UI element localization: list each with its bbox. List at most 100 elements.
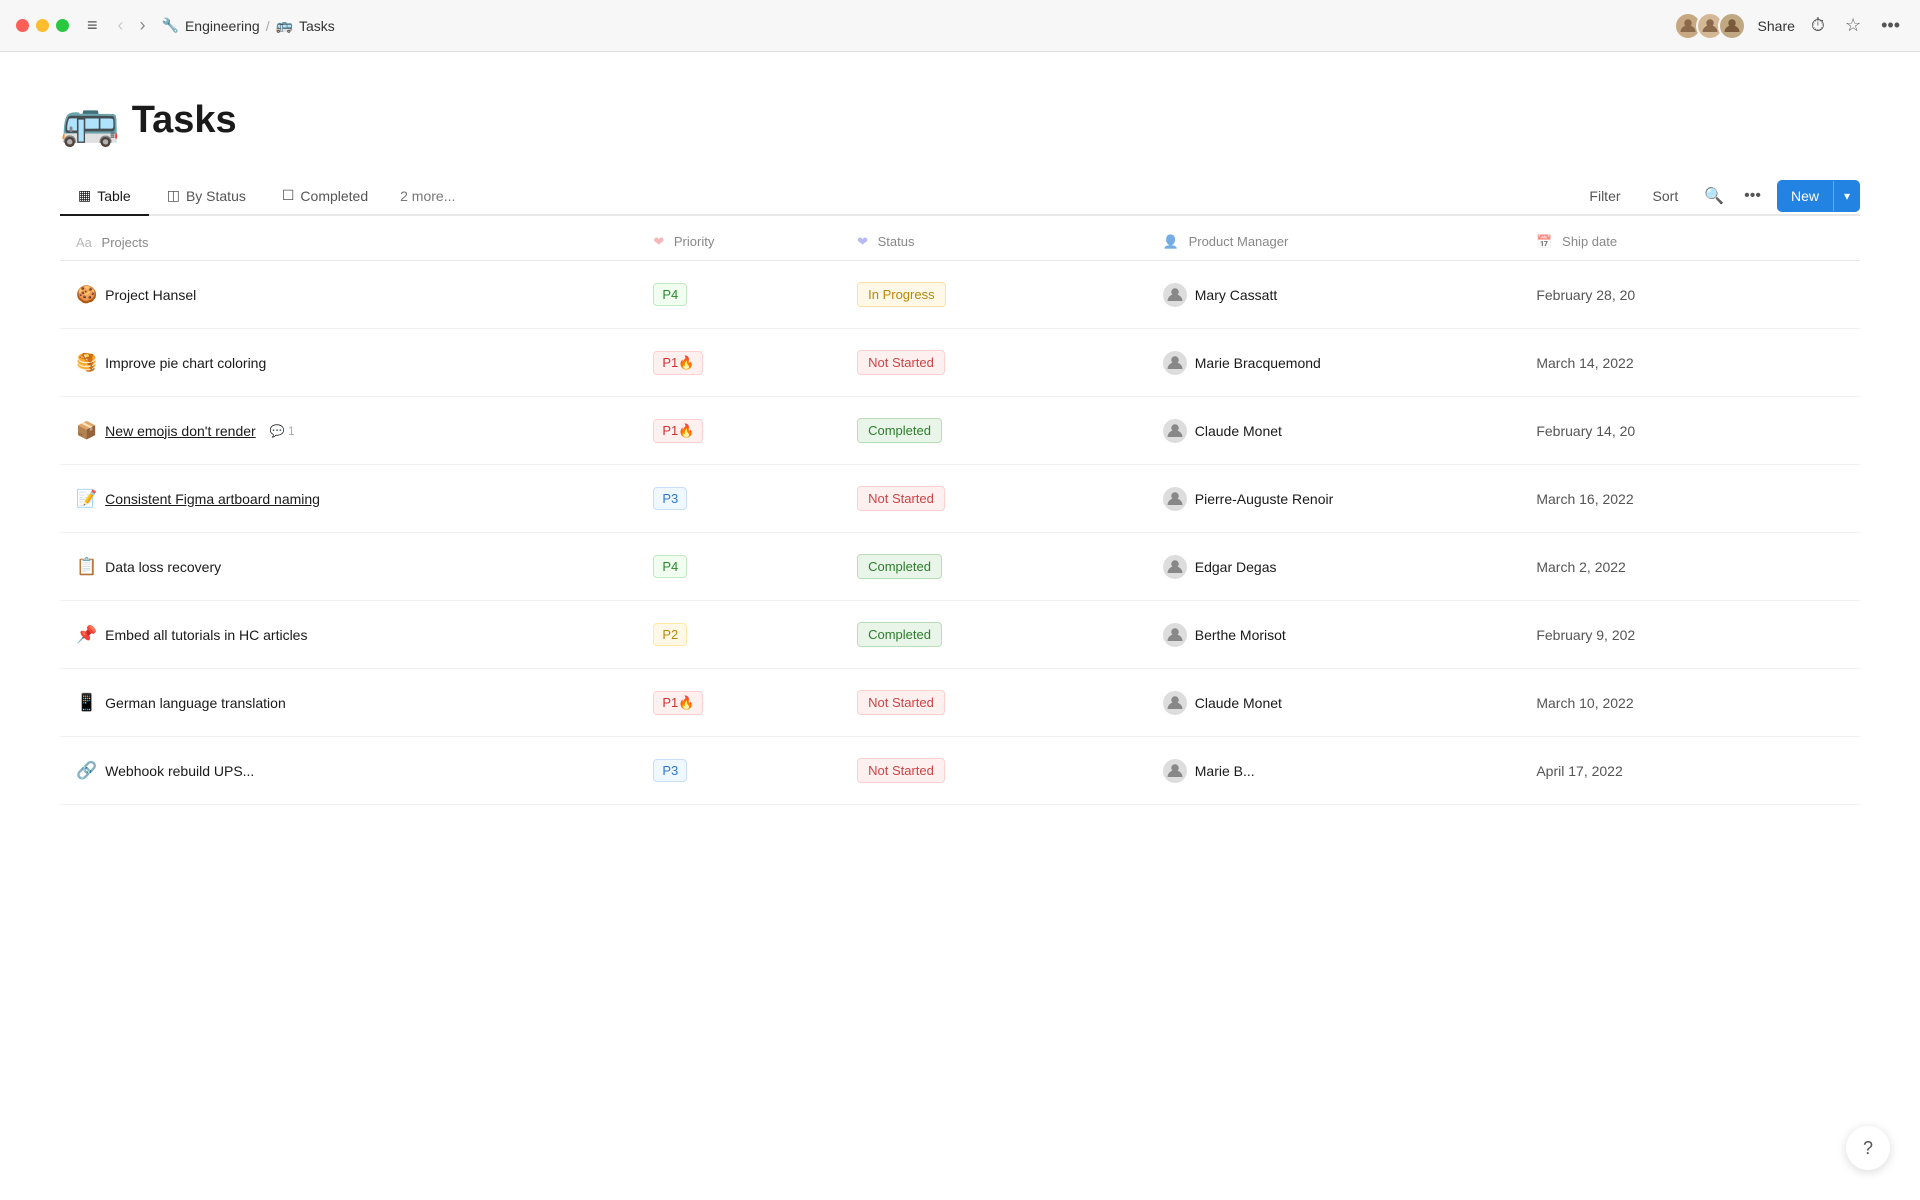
- table-row[interactable]: 📦 New emojis don't render💬 1P1🔥Completed…: [60, 397, 1860, 465]
- tabs-row: ▦ Table ◫ By Status ☐ Completed 2 more..…: [60, 177, 1860, 216]
- manager-name: Marie Bracquemond: [1195, 355, 1321, 371]
- manager-avatar: [1163, 283, 1187, 307]
- status-badge[interactable]: In Progress: [857, 282, 945, 307]
- share-button[interactable]: Share: [1758, 18, 1795, 34]
- status-badge[interactable]: Not Started: [857, 758, 945, 783]
- tab-table[interactable]: ▦ Table: [60, 177, 149, 216]
- project-cell-8: 🔗 Webhook rebuild UPS...: [60, 737, 637, 805]
- priority-cell-6: P2: [637, 601, 841, 669]
- priority-cell-8: P3: [637, 737, 841, 805]
- ship-date: February 14, 20: [1536, 423, 1635, 439]
- tabs-actions: Filter Sort 🔍 ••• New ▾: [1579, 180, 1860, 212]
- shipdate-cell-2: March 14, 2022: [1520, 329, 1860, 397]
- priority-badge[interactable]: P2: [653, 623, 687, 646]
- projects-col-icon: Aa: [76, 235, 92, 250]
- favorite-button[interactable]: ☆: [1841, 11, 1865, 40]
- col-header-priority: ❤ Priority: [637, 224, 841, 261]
- status-cell-4: Not Started: [841, 465, 1147, 533]
- shipdate-cell-6: February 9, 202: [1520, 601, 1860, 669]
- priority-badge[interactable]: P4: [653, 555, 687, 578]
- project-name[interactable]: Consistent Figma artboard naming: [105, 491, 320, 507]
- shipdate-cell-7: March 10, 2022: [1520, 669, 1860, 737]
- ship-date: April 17, 2022: [1536, 763, 1622, 779]
- more-view-options-button[interactable]: •••: [1740, 183, 1765, 209]
- project-emoji: 📌: [76, 625, 97, 645]
- project-name[interactable]: Project Hansel: [105, 287, 196, 303]
- status-badge[interactable]: Not Started: [857, 486, 945, 511]
- status-badge[interactable]: Not Started: [857, 350, 945, 375]
- tab-completed[interactable]: ☐ Completed: [264, 177, 386, 216]
- title-bar: ≡ ‹ › 🔧 Engineering / 🚌 Tasks Share ⏱ ☆ …: [0, 0, 1920, 52]
- new-button[interactable]: New ▾: [1777, 180, 1860, 212]
- tab-completed-label: Completed: [300, 188, 368, 204]
- manager-cell-3: Claude Monet: [1147, 397, 1521, 465]
- priority-badge[interactable]: P1🔥: [653, 691, 703, 715]
- by-status-tab-icon: ◫: [167, 187, 180, 204]
- shipdate-cell-1: February 28, 20: [1520, 261, 1860, 329]
- manager-name: Berthe Morisot: [1195, 627, 1286, 643]
- breadcrumb: 🔧 Engineering / 🚌 Tasks: [162, 17, 1664, 34]
- priority-cell-2: P1🔥: [637, 329, 841, 397]
- completed-tab-icon: ☐: [282, 187, 295, 204]
- filter-button[interactable]: Filter: [1579, 182, 1630, 210]
- table-row[interactable]: 📌 Embed all tutorials in HC articles P2 Co…: [60, 601, 1860, 669]
- project-cell-3: 📦 New emojis don't render💬 1: [60, 397, 637, 465]
- minimize-window-button[interactable]: [36, 19, 49, 32]
- project-name[interactable]: Webhook rebuild UPS...: [105, 763, 254, 779]
- tab-by-status[interactable]: ◫ By Status: [149, 177, 264, 216]
- project-cell-1: 🍪 Project Hansel: [60, 261, 637, 329]
- breadcrumb-workspace-label[interactable]: Engineering: [185, 18, 260, 34]
- comment-badge[interactable]: 💬 1: [270, 424, 295, 438]
- project-name[interactable]: Data loss recovery: [105, 559, 221, 575]
- project-emoji: 🥞: [76, 353, 97, 373]
- status-badge[interactable]: Not Started: [857, 690, 945, 715]
- table-row[interactable]: 📋 Data loss recoveryP4Completed Edgar De…: [60, 533, 1860, 601]
- manager-name: Edgar Degas: [1195, 559, 1277, 575]
- priority-badge[interactable]: P3: [653, 487, 687, 510]
- project-name[interactable]: New emojis don't render: [105, 423, 256, 439]
- manager-cell-7: Claude Monet: [1147, 669, 1521, 737]
- search-button[interactable]: 🔍: [1700, 182, 1728, 210]
- priority-cell-7: P1🔥: [637, 669, 841, 737]
- menu-button[interactable]: ≡: [83, 11, 102, 40]
- priority-badge[interactable]: P3: [653, 759, 687, 782]
- status-badge[interactable]: Completed: [857, 554, 942, 579]
- status-badge[interactable]: Completed: [857, 418, 942, 443]
- new-button-label[interactable]: New: [1777, 180, 1833, 212]
- status-badge[interactable]: Completed: [857, 622, 942, 647]
- window-controls: [16, 19, 69, 32]
- priority-cell-1: P4: [637, 261, 841, 329]
- project-name[interactable]: Embed all tutorials in HC articles: [105, 627, 307, 643]
- project-name[interactable]: German language translation: [105, 695, 286, 711]
- manager-avatar: [1163, 419, 1187, 443]
- project-name[interactable]: Improve pie chart coloring: [105, 355, 266, 371]
- priority-badge[interactable]: P1🔥: [653, 419, 703, 443]
- col-header-manager: 👤 Product Manager: [1147, 224, 1521, 261]
- manager-col-icon: 👤: [1163, 234, 1179, 249]
- table-row[interactable]: 📱 German language translation P1🔥 Not Star…: [60, 669, 1860, 737]
- history-button[interactable]: ⏱: [1807, 11, 1829, 40]
- sort-button[interactable]: Sort: [1643, 182, 1689, 210]
- breadcrumb-page-label[interactable]: Tasks: [299, 18, 335, 34]
- table-row[interactable]: 🍪 Project HanselP4In Progress Mary Cassa…: [60, 261, 1860, 329]
- table-row[interactable]: 📝 Consistent Figma artboard namingP3Not …: [60, 465, 1860, 533]
- more-options-button[interactable]: •••: [1877, 11, 1904, 40]
- priority-cell-5: P4: [637, 533, 841, 601]
- table-row[interactable]: 🔗 Webhook rebuild UPS... P3 Not Started Ma…: [60, 737, 1860, 805]
- maximize-window-button[interactable]: [56, 19, 69, 32]
- priority-badge[interactable]: P1🔥: [653, 351, 703, 375]
- forward-button[interactable]: ›: [134, 13, 152, 38]
- help-button[interactable]: ?: [1846, 1126, 1890, 1170]
- page-title: Tasks: [132, 99, 237, 142]
- new-button-chevron[interactable]: ▾: [1833, 181, 1860, 211]
- priority-badge[interactable]: P4: [653, 283, 687, 306]
- back-button[interactable]: ‹: [112, 13, 130, 38]
- close-window-button[interactable]: [16, 19, 29, 32]
- page-emoji: 🚌: [60, 92, 120, 149]
- priority-cell-3: P1🔥: [637, 397, 841, 465]
- more-tabs-button[interactable]: 2 more...: [386, 178, 469, 214]
- manager-cell-8: Marie B...: [1147, 737, 1521, 805]
- project-emoji: 📱: [76, 693, 97, 713]
- table-row[interactable]: 🥞 Improve pie chart coloring P1🔥 Not Start…: [60, 329, 1860, 397]
- shipdate-col-label: Ship date: [1562, 234, 1617, 249]
